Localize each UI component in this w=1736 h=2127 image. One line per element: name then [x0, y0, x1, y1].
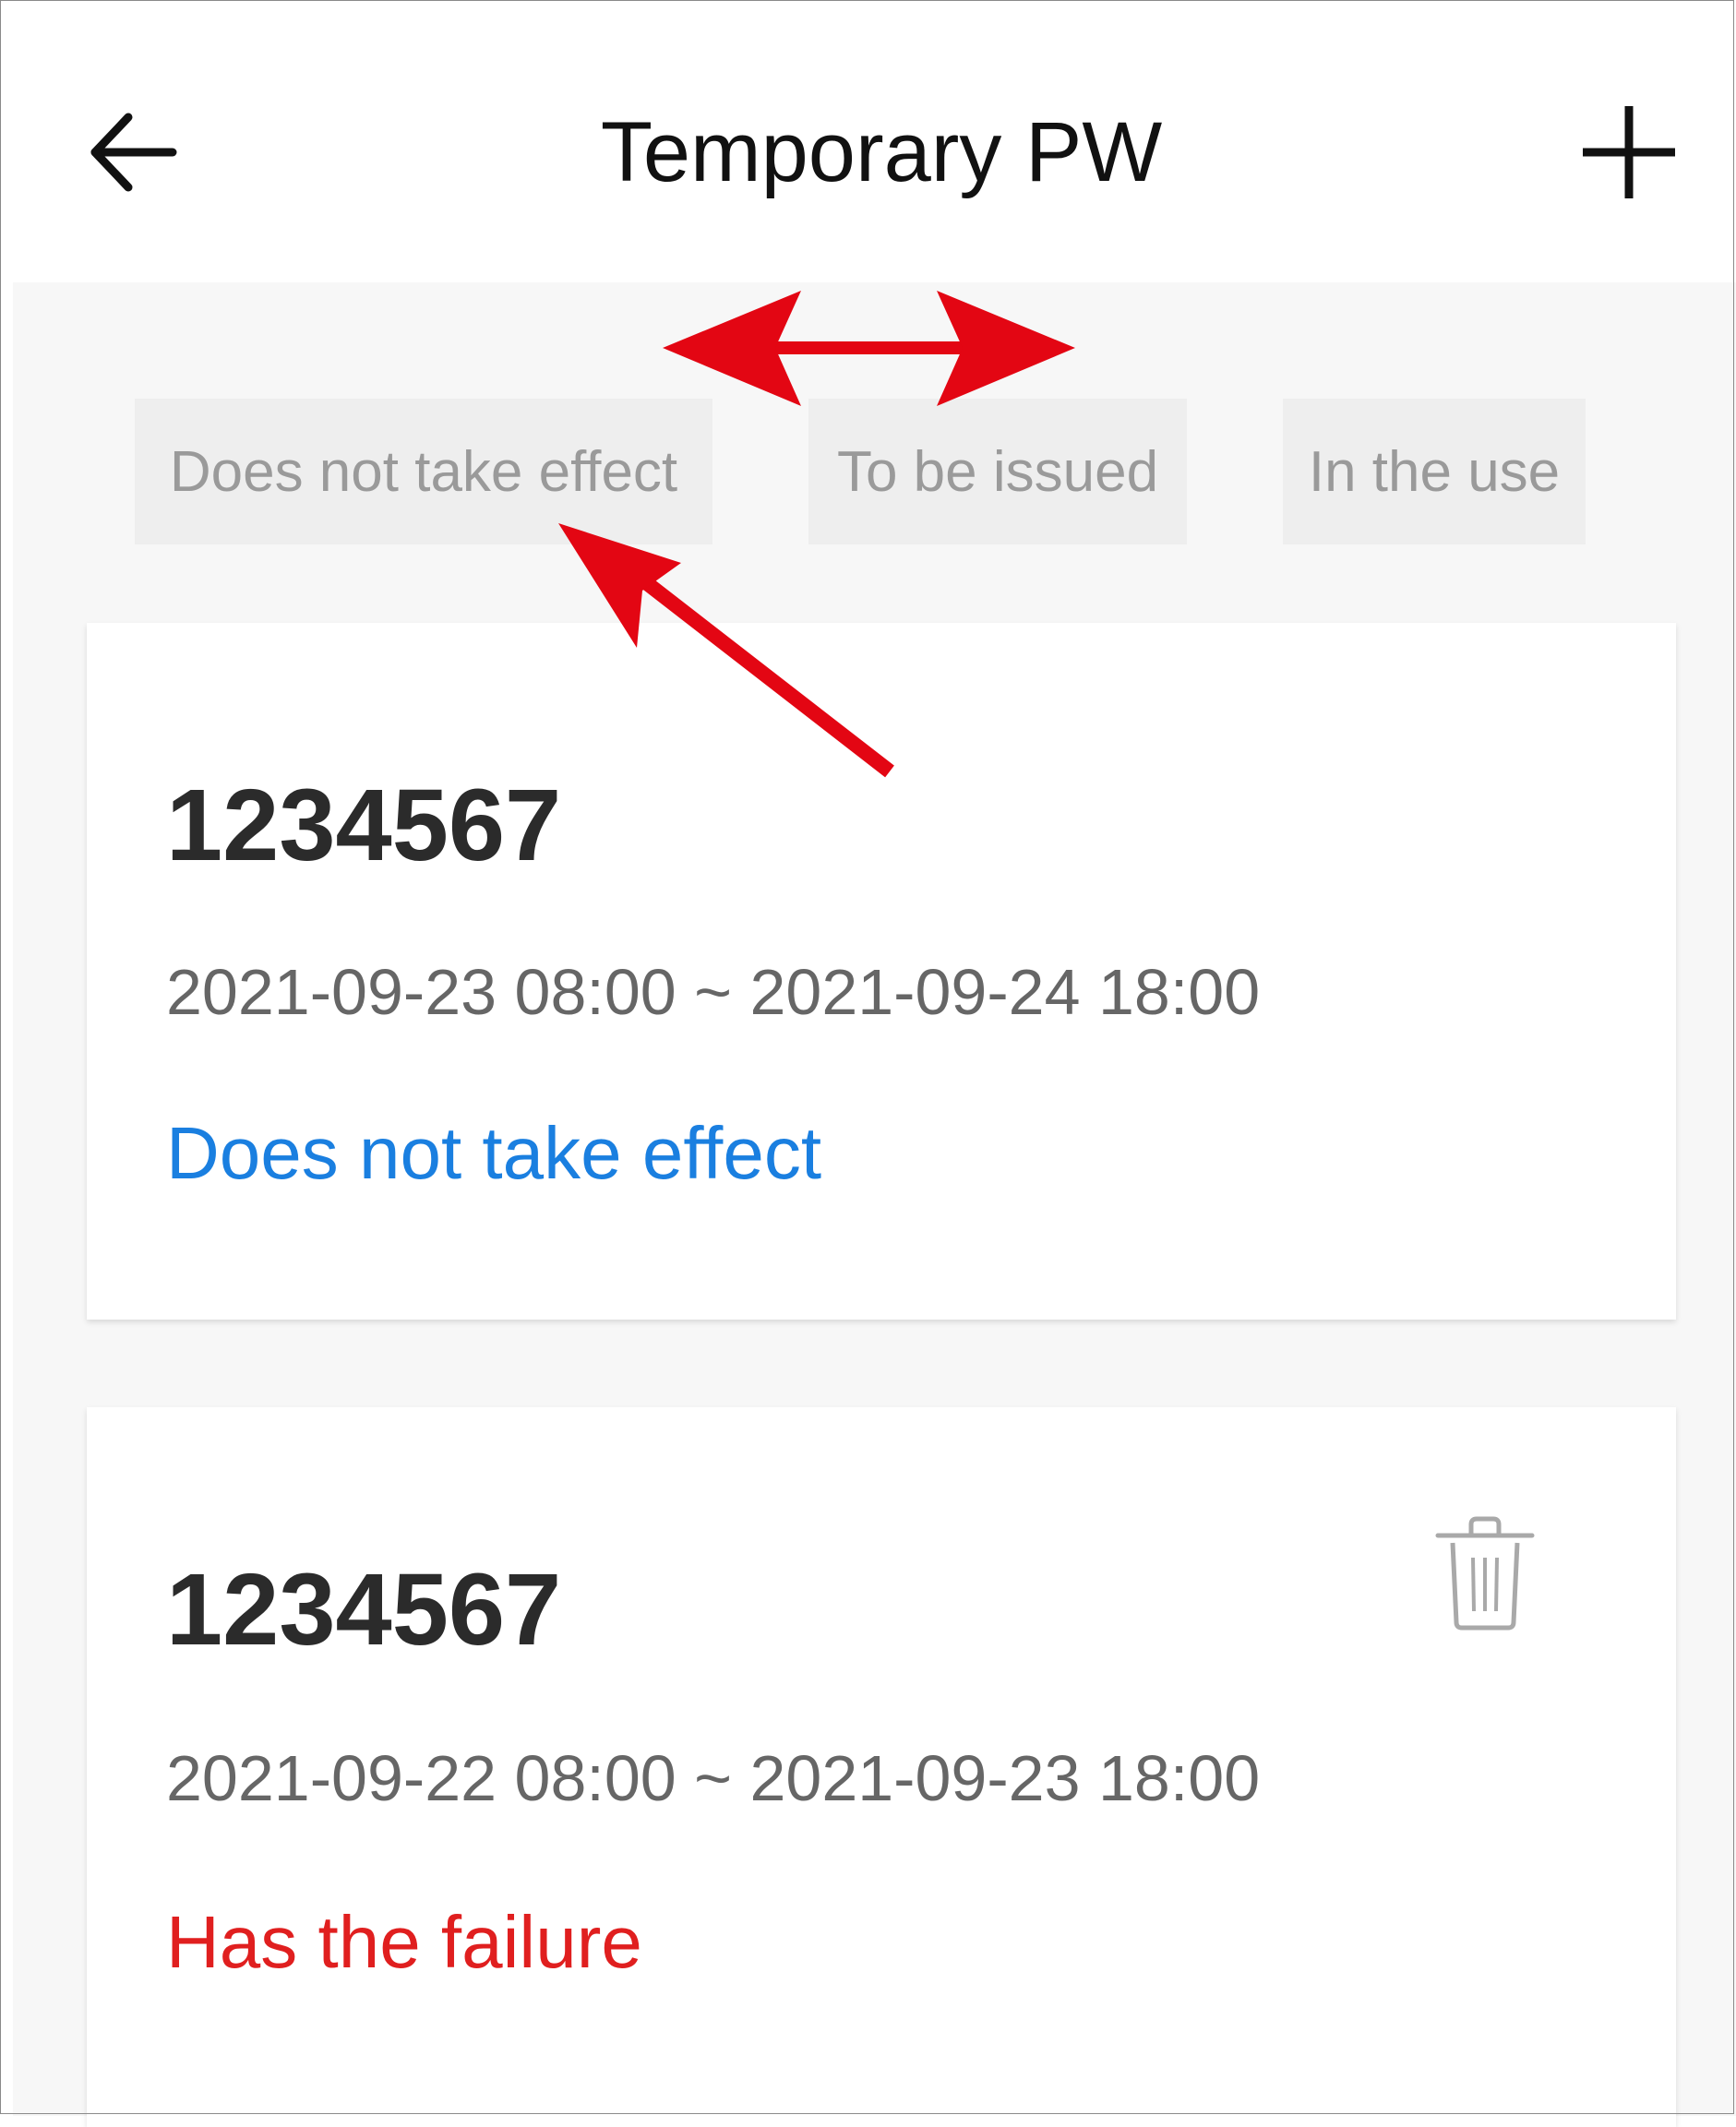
password-card[interactable]: 1234567 2021-09-23 08:00 ~ 2021-09-24 18…	[87, 623, 1676, 1320]
validity-range: 2021-09-23 08:00 ~ 2021-09-24 18:00	[166, 956, 1261, 1028]
plus-icon	[1583, 106, 1675, 198]
validity-range: 2021-09-22 08:00 ~ 2021-09-23 18:00	[166, 1742, 1261, 1814]
tab-to-be-issued[interactable]: To be issued	[808, 399, 1187, 544]
tab-does-not-take-effect[interactable]: Does not take effect	[135, 399, 712, 544]
trash-icon[interactable]	[1434, 1513, 1536, 1633]
page-title: Temporary PW	[600, 105, 1163, 199]
tab-in-the-use[interactable]: In the use	[1283, 399, 1586, 544]
password-card[interactable]: 1234567 2021-09-22 08:00 ~ 2021-09-23 18…	[87, 1407, 1676, 2127]
add-button[interactable]	[1578, 102, 1680, 203]
status-label: Has the failure	[166, 1901, 642, 1983]
app-header: Temporary PW	[0, 0, 1736, 282]
status-label: Does not take effect	[166, 1112, 822, 1194]
password-code: 1234567	[166, 1553, 562, 1667]
password-code: 1234567	[166, 769, 562, 882]
